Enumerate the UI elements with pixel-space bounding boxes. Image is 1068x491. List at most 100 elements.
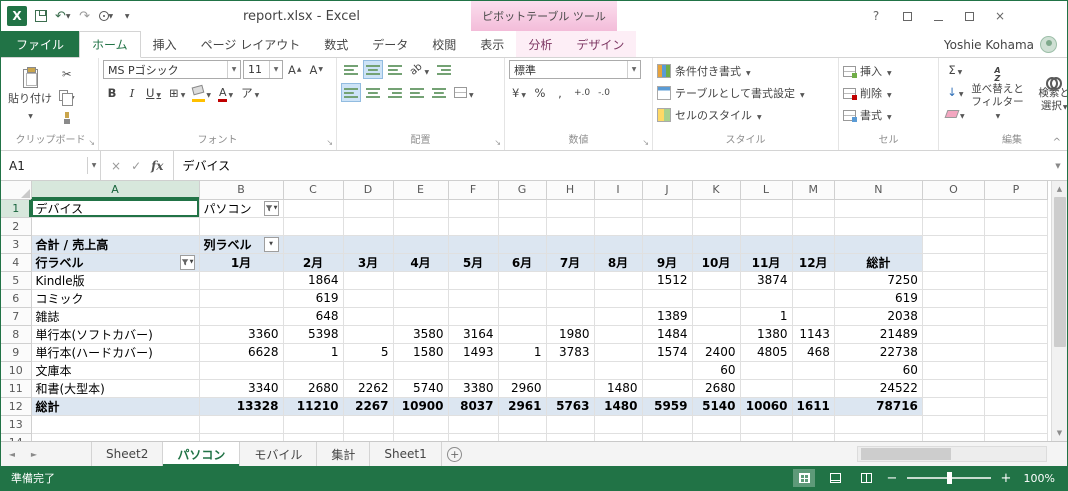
- user-avatar[interactable]: [1040, 36, 1057, 53]
- cell-F2[interactable]: [448, 217, 499, 236]
- zoom-in-button[interactable]: +: [1000, 471, 1012, 486]
- cell-C14[interactable]: [283, 433, 344, 441]
- scroll-down-button[interactable]: ▼: [1052, 425, 1068, 441]
- delete-cells-button[interactable]: 削除: [843, 82, 892, 104]
- cell-M8[interactable]: 1143: [792, 325, 835, 344]
- cell-N8[interactable]: 21489: [834, 325, 923, 344]
- cell-D12[interactable]: 2267: [343, 397, 394, 416]
- cell-J3[interactable]: [642, 235, 693, 254]
- cell-N11[interactable]: 24522: [834, 379, 923, 398]
- cell-K13[interactable]: [692, 415, 741, 434]
- cell-F9[interactable]: 1493: [448, 343, 499, 362]
- cell-D3[interactable]: [343, 235, 394, 254]
- name-box[interactable]: A1: [1, 151, 101, 180]
- cell-K5[interactable]: [692, 271, 741, 290]
- cell-F7[interactable]: [448, 307, 499, 326]
- row-header-3[interactable]: 3: [1, 235, 32, 254]
- cell-P6[interactable]: [984, 289, 1048, 308]
- cell-P8[interactable]: [984, 325, 1048, 344]
- cell-I9[interactable]: [594, 343, 643, 362]
- cell-M12[interactable]: 1611: [792, 397, 835, 416]
- cell-O13[interactable]: [922, 415, 985, 434]
- cell-G12[interactable]: 2961: [498, 397, 547, 416]
- cell-O10[interactable]: [922, 361, 985, 380]
- cell-E13[interactable]: [393, 415, 449, 434]
- underline-button[interactable]: U: [143, 83, 164, 102]
- autosum-button[interactable]: Σ: [943, 60, 968, 79]
- normal-view-button[interactable]: [793, 469, 815, 487]
- format-cells-button[interactable]: 書式: [843, 104, 892, 126]
- column-header-C[interactable]: C: [283, 181, 344, 200]
- cell-I4[interactable]: 8月: [594, 253, 643, 272]
- zoom-slider[interactable]: [907, 472, 991, 484]
- cell-G3[interactable]: [498, 235, 547, 254]
- cell-P10[interactable]: [984, 361, 1048, 380]
- cell-B12[interactable]: 13328: [199, 397, 284, 416]
- cell-P11[interactable]: [984, 379, 1048, 398]
- row-header-2[interactable]: 2: [1, 217, 32, 236]
- orientation-button[interactable]: ab: [407, 60, 432, 79]
- cell-P5[interactable]: [984, 271, 1048, 290]
- merge-center-dropdown[interactable]: [468, 86, 474, 100]
- ribbon-tab-3[interactable]: 数式: [312, 31, 360, 57]
- cell-B11[interactable]: 3340: [199, 379, 284, 398]
- customize-qat-button[interactable]: ▼: [120, 7, 134, 25]
- cell-J14[interactable]: [642, 433, 693, 441]
- cell-M6[interactable]: [792, 289, 835, 308]
- cell-N7[interactable]: 2038: [834, 307, 923, 326]
- cell-D14[interactable]: [343, 433, 394, 441]
- account-area[interactable]: Yoshie Kohama: [944, 31, 1057, 58]
- cell-C5[interactable]: 1864: [283, 271, 344, 290]
- font-color-dropdown[interactable]: [227, 86, 233, 100]
- cell-I14[interactable]: [594, 433, 643, 441]
- cell-A2[interactable]: [31, 217, 200, 236]
- cell-J6[interactable]: [642, 289, 693, 308]
- cell-F14[interactable]: [448, 433, 499, 441]
- cell-F8[interactable]: 3164: [448, 325, 499, 344]
- ribbon-tab-0[interactable]: ホーム: [79, 31, 141, 58]
- maximize-button[interactable]: [962, 6, 976, 26]
- align-bottom-button[interactable]: [385, 60, 405, 79]
- cell-M13[interactable]: [792, 415, 835, 434]
- cell-O4[interactable]: [922, 253, 985, 272]
- cell-L5[interactable]: 3874: [740, 271, 793, 290]
- formula-input[interactable]: デバイス: [174, 151, 1049, 180]
- cell-M11[interactable]: [792, 379, 835, 398]
- font-size-dropdown[interactable]: [269, 61, 282, 78]
- cell-J11[interactable]: [642, 379, 693, 398]
- cell-G14[interactable]: [498, 433, 547, 441]
- column-label-dropdown[interactable]: ▼: [263, 236, 279, 252]
- cell-P3[interactable]: [984, 235, 1048, 254]
- cell-P1[interactable]: [984, 199, 1048, 218]
- row-header-7[interactable]: 7: [1, 307, 32, 326]
- find-select-dropdown[interactable]: [1062, 100, 1067, 112]
- row-header-5[interactable]: 5: [1, 271, 32, 290]
- sheet-tab-3[interactable]: 集計: [317, 442, 371, 466]
- cell-D13[interactable]: [343, 415, 394, 434]
- cell-L1[interactable]: [740, 199, 793, 218]
- cell-N9[interactable]: 22738: [834, 343, 923, 362]
- cell-K1[interactable]: [692, 199, 741, 218]
- row-header-9[interactable]: 9: [1, 343, 32, 362]
- cell-E6[interactable]: [393, 289, 449, 308]
- cell-A13[interactable]: [31, 415, 200, 434]
- cell-E9[interactable]: 1580: [393, 343, 449, 362]
- cell-N12[interactable]: 78716: [834, 397, 923, 416]
- percent-style-button[interactable]: %: [531, 83, 549, 102]
- cell-O1[interactable]: [922, 199, 985, 218]
- cell-G13[interactable]: [498, 415, 547, 434]
- cell-F5[interactable]: [448, 271, 499, 290]
- cell-H14[interactable]: [546, 433, 595, 441]
- column-header-K[interactable]: K: [692, 181, 741, 200]
- cell-A9[interactable]: 単行本(ハードカバー): [31, 343, 200, 362]
- cell-I12[interactable]: 1480: [594, 397, 643, 416]
- redo-button[interactable]: ↷: [78, 7, 92, 25]
- cell-M1[interactable]: [792, 199, 835, 218]
- cell-K8[interactable]: [692, 325, 741, 344]
- increase-font-button[interactable]: A ▲: [285, 60, 305, 79]
- cell-B7[interactable]: [199, 307, 284, 326]
- row-header-6[interactable]: 6: [1, 289, 32, 308]
- column-header-E[interactable]: E: [393, 181, 449, 200]
- ribbon-tab-2[interactable]: ページ レイアウト: [189, 31, 313, 57]
- cell-J12[interactable]: 5959: [642, 397, 693, 416]
